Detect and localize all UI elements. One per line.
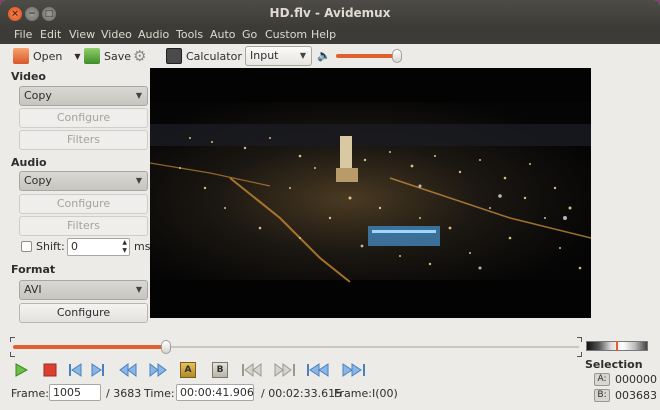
previous-frame-icon[interactable] [67, 362, 83, 378]
video-filters-button[interactable]: Filters [19, 130, 148, 150]
open-folder-icon [13, 48, 29, 64]
menu-file[interactable]: File [14, 28, 32, 41]
spinner-icon[interactable]: ▲ ▼ [122, 239, 127, 255]
volume-fill [336, 54, 397, 58]
chevron-down-icon: ▼ [135, 176, 142, 185]
open-button[interactable]: Open ▼ [13, 48, 81, 64]
settings-button[interactable]: ⚙ [133, 48, 146, 64]
timeline-bracket-bottom-left [10, 352, 15, 357]
time-input[interactable]: 00:00:41.906 [176, 384, 254, 401]
audio-codec-select[interactable]: Copy ▼ [19, 171, 148, 191]
shift-label: Shift: [36, 240, 65, 253]
play-icon[interactable] [13, 362, 29, 378]
calculator-icon [166, 48, 182, 64]
chevron-down-icon: ▼ [135, 285, 142, 294]
timeline-bracket-top-left [10, 337, 15, 342]
volume-icon: 🔈 [317, 49, 331, 62]
timeline-handle[interactable] [161, 340, 171, 354]
shift-checkbox[interactable] [21, 241, 32, 252]
timeline-slider[interactable] [10, 337, 582, 357]
video-codec-select[interactable]: Copy ▼ [19, 86, 148, 106]
audio-section-title: Audio [11, 156, 47, 169]
go-to-start-icon[interactable] [306, 362, 332, 378]
next-frame-icon[interactable] [90, 362, 106, 378]
video-codec-value: Copy [24, 89, 52, 102]
window-title: HD.flv - Avidemux [269, 6, 391, 20]
volume-handle[interactable] [392, 49, 402, 63]
menu-audio[interactable]: Audio [138, 28, 169, 41]
chevron-down-icon: ▼ [135, 91, 142, 100]
minimize-window-button[interactable]: − [25, 7, 39, 21]
format-container-value: AVI [24, 283, 42, 296]
marker-b-value: 003683 [615, 389, 657, 402]
menu-view[interactable]: View [69, 28, 95, 41]
title-bar: HD.flv - Avidemux × − □ [0, 0, 660, 27]
display-mode-value: Input [250, 49, 279, 62]
format-section-title: Format [11, 263, 56, 276]
menu-auto[interactable]: Auto [210, 28, 236, 41]
shift-value: 0 [71, 240, 78, 253]
audio-meter-marker [616, 341, 618, 351]
frame-label: Frame: [11, 387, 49, 400]
video-section-title: Video [11, 70, 46, 83]
stop-icon[interactable] [42, 362, 58, 378]
save-button[interactable]: Save [84, 48, 131, 64]
go-to-end-icon[interactable] [340, 362, 366, 378]
video-preview [150, 68, 591, 318]
marker-b-badge: B: [594, 389, 610, 402]
open-label: Open [33, 49, 63, 63]
format-configure-button[interactable]: Configure [19, 303, 148, 323]
video-frame-image [150, 68, 591, 318]
menu-help[interactable]: Help [311, 28, 336, 41]
volume-slider[interactable] [336, 49, 402, 63]
calculator-button[interactable]: Calculator [166, 48, 242, 64]
frame-input[interactable]: 1005 [49, 384, 101, 401]
frame-type: Frame:I(00) [334, 387, 398, 400]
calculator-label: Calculator [186, 49, 242, 63]
previous-keyframe-icon[interactable] [118, 362, 138, 378]
set-marker-b-icon[interactable]: B [212, 362, 228, 378]
menu-edit[interactable]: Edit [40, 28, 61, 41]
duration: / 00:02:33.615 [261, 387, 343, 400]
total-frames: / 3683 [106, 387, 142, 400]
chevron-down-icon[interactable]: ▼ [74, 52, 80, 61]
menu-tools[interactable]: Tools [176, 28, 203, 41]
time-label: Time: [144, 387, 175, 400]
close-window-button[interactable]: × [8, 7, 22, 21]
menu-video[interactable]: Video [101, 28, 132, 41]
display-mode-select[interactable]: Input ▼ [245, 46, 312, 66]
timeline-bracket-top-right [577, 337, 582, 342]
marker-a-value: 000000 [615, 373, 657, 386]
timeline-bracket-bottom-right [577, 352, 582, 357]
audio-configure-button[interactable]: Configure [19, 194, 148, 214]
go-to-marker-a-icon[interactable] [241, 362, 265, 378]
toolbar: Open ▼ Save ⚙ Calculator Input ▼ 🔈 [0, 44, 660, 68]
menu-go[interactable]: Go [242, 28, 257, 41]
shift-input[interactable]: 0 ▲ ▼ [67, 238, 130, 256]
save-icon [84, 48, 100, 64]
audio-filters-button[interactable]: Filters [19, 216, 148, 236]
marker-a-badge: A: [594, 373, 610, 386]
timeline-fill [13, 345, 166, 349]
selection-title: Selection [585, 358, 643, 371]
video-configure-button[interactable]: Configure [19, 108, 148, 128]
gear-icon: ⚙ [133, 47, 147, 65]
menu-bar: File Edit View Video Audio Tools Auto Go… [0, 27, 660, 44]
chevron-down-icon: ▼ [299, 51, 306, 60]
shift-unit: ms [134, 240, 151, 253]
format-container-select[interactable]: AVI ▼ [19, 280, 148, 300]
save-label: Save [104, 49, 132, 63]
app-window: HD.flv - Avidemux × − □ File Edit View V… [0, 0, 660, 410]
audio-codec-value: Copy [24, 174, 52, 187]
set-marker-a-icon[interactable]: A [180, 362, 196, 378]
next-keyframe-icon[interactable] [148, 362, 168, 378]
maximize-window-button[interactable]: □ [42, 7, 56, 21]
menu-custom[interactable]: Custom [265, 28, 307, 41]
go-to-marker-b-icon[interactable] [272, 362, 296, 378]
